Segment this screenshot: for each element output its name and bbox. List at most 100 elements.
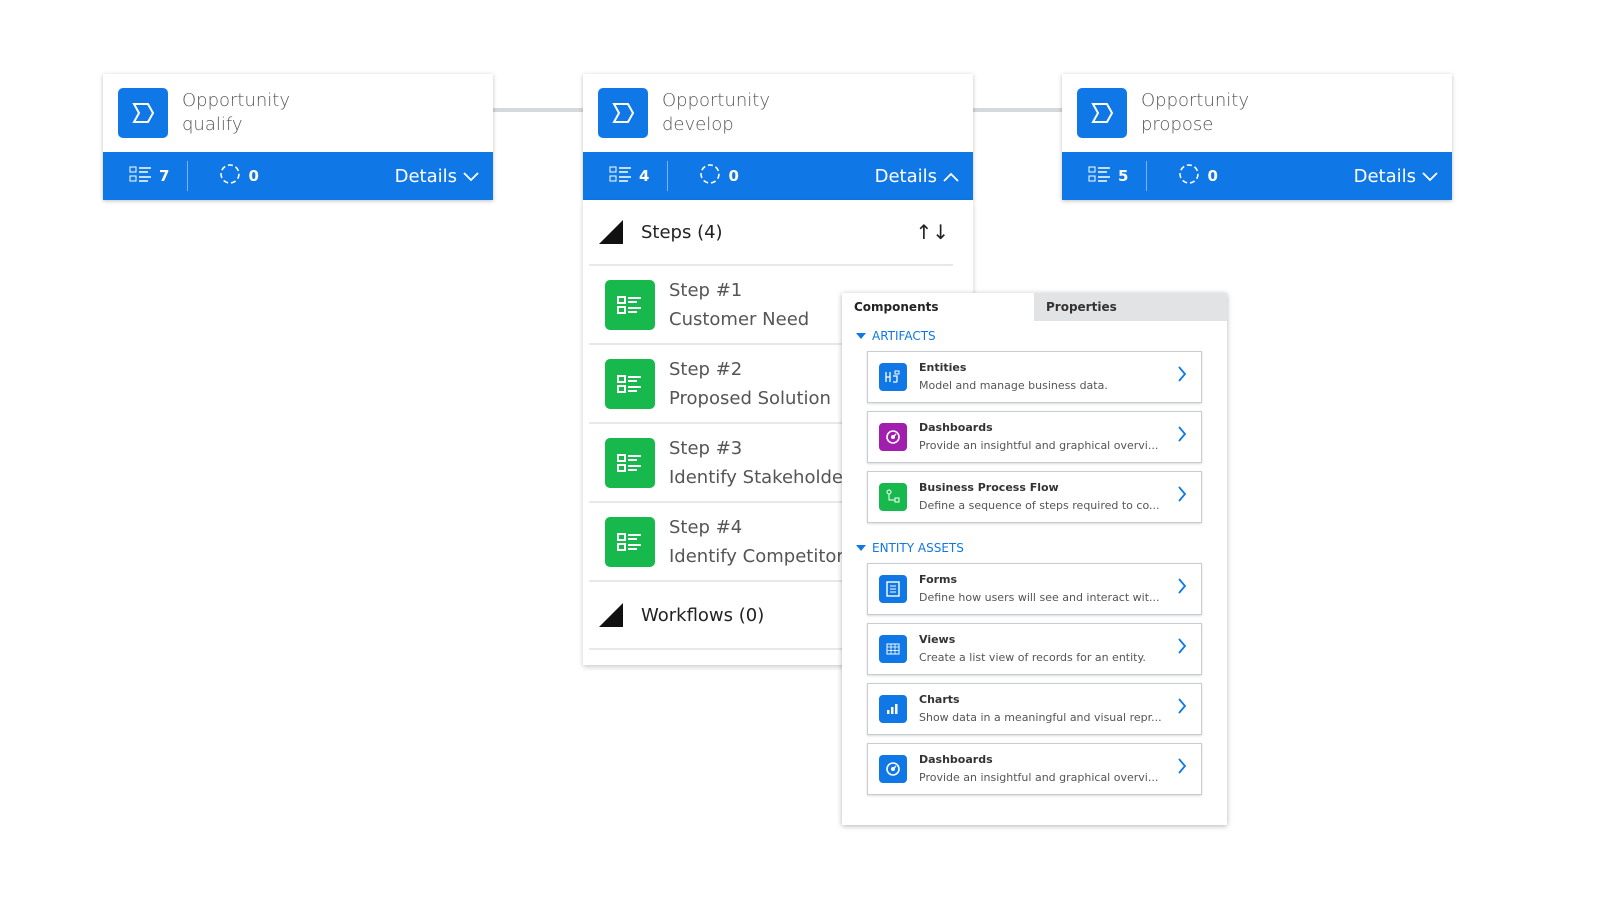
details-toggle-button[interactable]: Details: [395, 166, 479, 187]
component-description: Show data in a meaningful and visual rep…: [919, 711, 1162, 724]
stage-chevron-icon: [118, 88, 168, 138]
component-description: Provide an insightful and graphical over…: [919, 439, 1159, 452]
group-header[interactable]: ARTIFACTS: [842, 321, 1227, 351]
steps-count: 7: [159, 167, 170, 185]
component-title: Dashboards: [919, 753, 993, 766]
details-label: Details: [1353, 165, 1416, 187]
component-card[interactable]: Views Create a list view of records for …: [867, 623, 1202, 675]
workflows-count: 0: [728, 167, 739, 185]
group-header[interactable]: ENTITY ASSETS: [842, 533, 1227, 563]
group-label: ARTIFACTS: [872, 329, 936, 343]
chevron-down-icon: [463, 166, 479, 187]
step-checklist-icon: [605, 516, 655, 567]
steps-list-icon: [129, 166, 153, 186]
component-description: Create a list view of records for an ent…: [919, 651, 1146, 664]
chart-icon: [879, 695, 907, 723]
component-card[interactable]: Forms Define how users will see and inte…: [867, 563, 1202, 615]
stage-chevron-icon: [1077, 88, 1127, 138]
details-label: Details: [394, 165, 457, 187]
component-title: Business Process Flow: [919, 481, 1059, 494]
steps-section-header[interactable]: Steps (4) ↑↓: [583, 200, 973, 264]
component-card[interactable]: Charts Show data in a meaningful and vis…: [867, 683, 1202, 735]
component-title: Entities: [919, 361, 967, 374]
details-toggle-button[interactable]: Details: [1354, 166, 1438, 187]
details-toggle-button[interactable]: Details: [875, 166, 959, 187]
step-name: Proposed Solution: [669, 387, 831, 409]
sort-arrows-icon[interactable]: ↑↓: [915, 220, 949, 244]
view-grid-icon: [879, 635, 907, 663]
component-card[interactable]: Dashboards Provide an insightful and gra…: [867, 411, 1202, 463]
components-panel: Components Properties ARTIFACTS Entities…: [842, 293, 1227, 825]
entities-icon: [879, 363, 907, 391]
workflow-cycle-icon: [1177, 162, 1201, 190]
step-number: Step #2: [669, 358, 743, 380]
workflows-header-label: Workflows (0): [641, 604, 765, 626]
chevron-right-icon[interactable]: [1177, 638, 1187, 658]
stage-title-line2: propose: [1141, 114, 1214, 135]
chevron-right-icon[interactable]: [1177, 758, 1187, 778]
step-number: Step #3: [669, 437, 743, 459]
form-icon: [879, 575, 907, 603]
workflow-cycle-icon: [218, 162, 242, 190]
bar-divider: [187, 161, 189, 191]
stage-card-propose[interactable]: Opportunity propose 5 0 Details: [1062, 74, 1452, 200]
stage-title-line1: Opportunity: [662, 90, 771, 111]
component-description: Define how users will see and interact w…: [919, 591, 1160, 604]
stage-chevron-icon: [598, 88, 648, 138]
caret-down-icon: [856, 333, 866, 339]
step-name: Customer Need: [669, 308, 810, 330]
component-group: ENTITY ASSETS Forms Define how users wil…: [842, 533, 1227, 795]
chevron-down-icon: [1422, 166, 1438, 187]
step-checklist-icon: [605, 358, 655, 409]
caret-down-icon: [856, 545, 866, 551]
component-description: Model and manage business data.: [919, 379, 1108, 392]
step-name: Identify Competitors: [669, 545, 854, 567]
step-number: Step #1: [669, 279, 743, 301]
details-label: Details: [874, 165, 937, 187]
component-title: Charts: [919, 693, 960, 706]
stage-connector: [493, 108, 583, 112]
steps-list-icon: [609, 166, 633, 186]
workflows-count: 0: [248, 167, 259, 185]
process-flow-icon: [879, 483, 907, 511]
step-number: Step #4: [669, 516, 743, 538]
component-title: Dashboards: [919, 421, 993, 434]
chevron-right-icon[interactable]: [1177, 366, 1187, 386]
stage-card-develop[interactable]: Opportunity develop 4 0 Details: [583, 74, 973, 200]
tab-components[interactable]: Components: [842, 293, 1034, 321]
step-checklist-icon: [605, 279, 655, 330]
component-card[interactable]: Business Process Flow Define a sequence …: [867, 471, 1202, 523]
chevron-right-icon[interactable]: [1177, 578, 1187, 598]
steps-count: 5: [1118, 167, 1129, 185]
component-title: Views: [919, 633, 956, 646]
chevron-right-icon[interactable]: [1177, 698, 1187, 718]
component-description: Provide an insightful and graphical over…: [919, 771, 1159, 784]
bar-divider: [1146, 161, 1148, 191]
collapse-triangle-icon: [599, 220, 623, 244]
steps-list-icon: [1088, 166, 1112, 186]
dashboard-icon: [879, 755, 907, 783]
component-card[interactable]: Entities Model and manage business data.: [867, 351, 1202, 403]
group-label: ENTITY ASSETS: [872, 541, 964, 555]
stage-card-qualify[interactable]: Opportunity qualify 7 0 Details: [103, 74, 493, 200]
component-description: Define a sequence of steps required to c…: [919, 499, 1160, 512]
chevron-up-icon: [943, 166, 959, 187]
steps-count: 4: [639, 167, 650, 185]
stage-title-line1: Opportunity: [1141, 90, 1250, 111]
stage-title-line1: Opportunity: [182, 90, 291, 111]
panel-tabs: Components Properties: [842, 293, 1227, 321]
steps-header-label: Steps (4): [641, 221, 723, 243]
component-card[interactable]: Dashboards Provide an insightful and gra…: [867, 743, 1202, 795]
stage-connector: [973, 108, 1063, 112]
component-group: ARTIFACTS Entities Model and manage busi…: [842, 321, 1227, 523]
tab-properties[interactable]: Properties: [1034, 293, 1227, 321]
component-title: Forms: [919, 573, 958, 586]
step-checklist-icon: [605, 437, 655, 488]
workflows-count: 0: [1207, 167, 1218, 185]
collapse-triangle-icon: [599, 603, 623, 627]
step-name: Identify Stakeholders: [669, 466, 860, 488]
chevron-right-icon[interactable]: [1177, 486, 1187, 506]
stage-title-line2: develop: [662, 114, 734, 135]
bar-divider: [667, 161, 669, 191]
chevron-right-icon[interactable]: [1177, 426, 1187, 446]
